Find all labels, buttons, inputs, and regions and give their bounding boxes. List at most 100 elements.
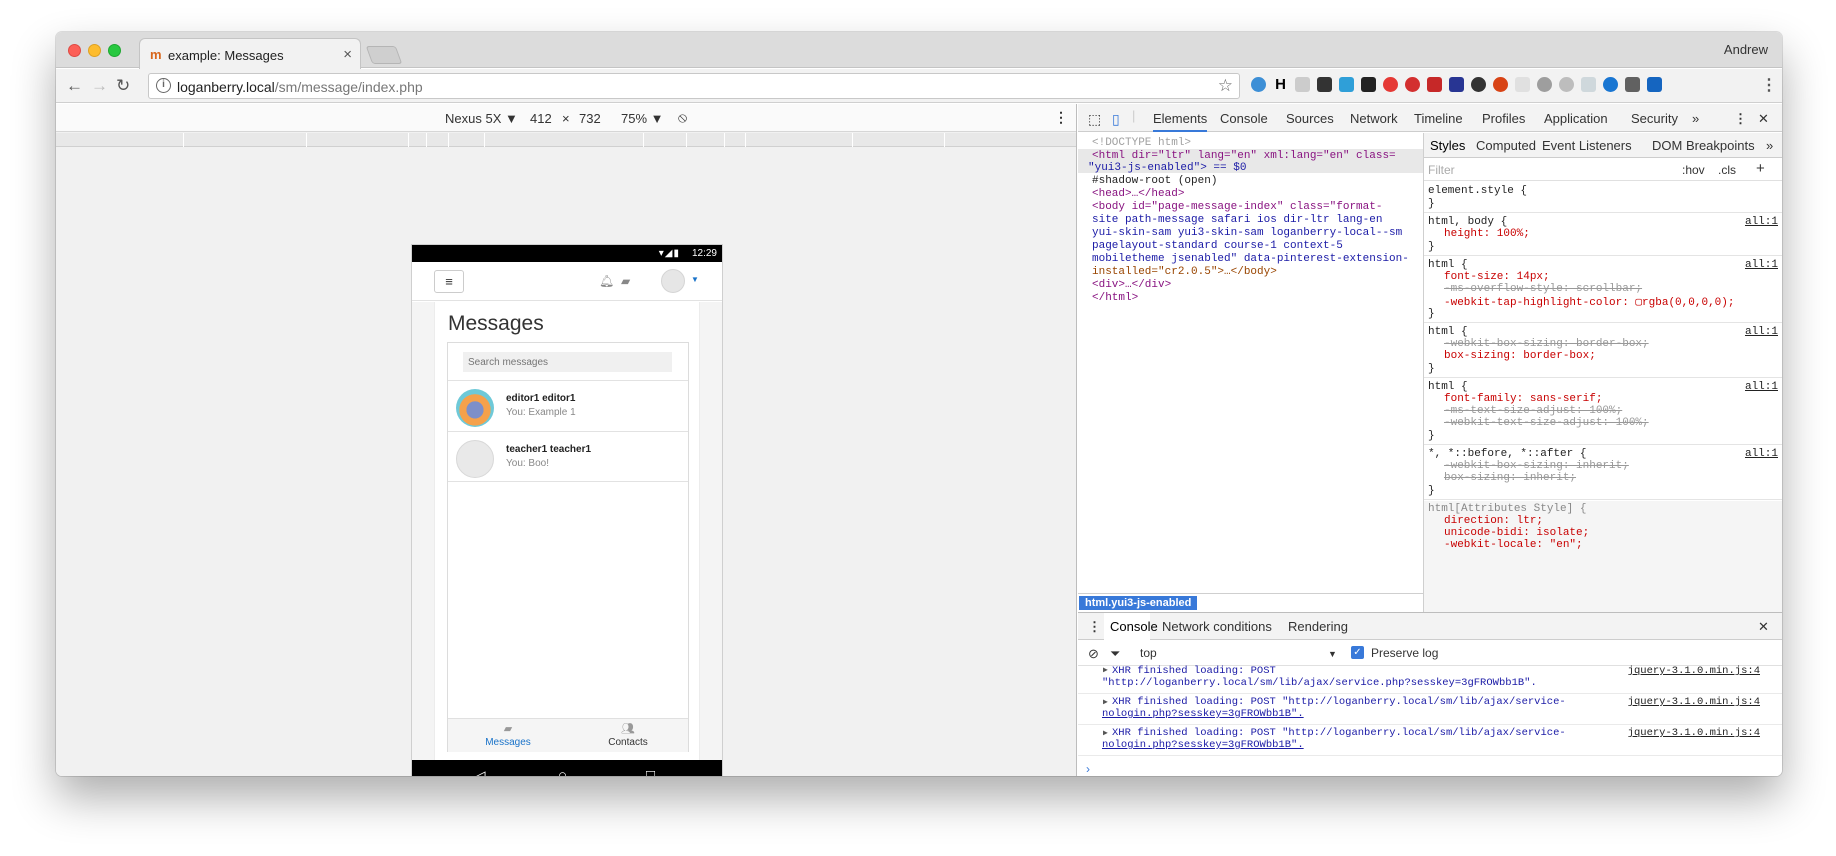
shadow-root-node[interactable]: #shadow-root (open) — [1092, 175, 1217, 187]
back-arrow-icon[interactable]: ← — [66, 76, 83, 96]
drawer-tab-network-conditions[interactable]: Network conditions — [1162, 619, 1272, 634]
rule-selector[interactable]: html { — [1428, 381, 1468, 393]
rule-property[interactable]: font-family: sans-serif; — [1444, 393, 1602, 405]
conversation-item[interactable]: editor1 editor1 You: Example 1 — [448, 380, 688, 431]
rule-property-overridden[interactable]: -webkit-text-size-adjust: 100%; — [1444, 417, 1649, 429]
rule-source-link[interactable]: all:1 — [1745, 381, 1778, 393]
reload-icon[interactable]: ↻ — [116, 76, 130, 96]
tab-network[interactable]: Network — [1350, 111, 1398, 126]
rule-property[interactable]: unicode-bidi: isolate; — [1444, 527, 1589, 539]
console-log-entry[interactable]: ▶ XHR finished loading: POST "http://log… — [1078, 726, 1782, 756]
tab-elements[interactable]: Elements — [1153, 111, 1208, 132]
extension-14-icon[interactable] — [1537, 77, 1552, 92]
head-node[interactable]: <head>…</head> — [1092, 188, 1184, 200]
user-menu-caret-icon[interactable]: ▼ — [691, 275, 699, 284]
bookmark-star-icon[interactable]: ☆ — [1218, 76, 1233, 96]
more-tabs-icon[interactable]: » — [1692, 111, 1699, 126]
extension-7-icon[interactable] — [1383, 77, 1398, 92]
android-home-icon[interactable]: ○ — [558, 767, 567, 776]
hamburger-menu-icon[interactable]: ≡ — [434, 270, 464, 293]
close-window-button[interactable] — [68, 44, 81, 57]
rule-property-overridden[interactable]: -ms-text-size-adjust: 100%; — [1444, 405, 1622, 417]
console-log-entry[interactable]: ▶ XHR finished loading: POST "http://log… — [1078, 665, 1782, 694]
console-log-entry[interactable]: ▶ XHR finished loading: POST "http://log… — [1078, 695, 1782, 725]
clear-console-icon[interactable]: ⊘ — [1088, 646, 1099, 662]
log-source-link[interactable]: jquery-3.1.0.min.js:4 — [1628, 696, 1760, 708]
expand-log-icon[interactable]: ▶ — [1103, 728, 1108, 738]
tab-event-listeners[interactable]: Event Listeners — [1542, 138, 1632, 153]
context-selector[interactable]: top — [1140, 646, 1157, 660]
browser-menu-icon[interactable]: ⋮ — [1761, 75, 1777, 95]
devtools-menu-icon[interactable]: ⋮ — [1734, 111, 1747, 127]
tab-timeline[interactable]: Timeline — [1414, 111, 1463, 126]
log-url[interactable]: nologin.php?sesskey=3gFROWbb1B". — [1102, 708, 1304, 720]
rule-property-overridden[interactable]: -webkit-box-sizing: border-box; — [1444, 338, 1649, 350]
breadcrumb-html[interactable]: html.yui3-js-enabled — [1079, 596, 1198, 610]
body-node[interactable]: <body id="page-message-index" class="for… — [1092, 201, 1382, 213]
extension-h-icon[interactable]: H — [1273, 77, 1288, 92]
rule-property[interactable]: direction: ltr; — [1444, 515, 1543, 527]
extension-18-icon[interactable] — [1625, 77, 1640, 92]
width-input[interactable]: 412 — [530, 111, 552, 126]
tab-profiles[interactable]: Profiles — [1482, 111, 1525, 126]
conversation-item[interactable]: teacher1 teacher1 You: Boo! — [448, 431, 688, 482]
rule-property[interactable]: -webkit-locale: "en"; — [1444, 539, 1583, 551]
drawer-tab-rendering[interactable]: Rendering — [1288, 619, 1348, 634]
log-url[interactable]: "http://loganberry.local/sm/lib/ajax/ser… — [1102, 677, 1537, 689]
extension-5-icon[interactable] — [1339, 77, 1354, 92]
add-rule-icon[interactable]: + — [1756, 160, 1765, 177]
tab-messages[interactable]: ▰ Messages — [448, 719, 568, 753]
notification-bell-icon[interactable]: 🔔︎ — [599, 274, 614, 288]
address-bar[interactable]: i loganberry.local/sm/message/index.php … — [148, 73, 1240, 99]
new-tab-button[interactable] — [365, 46, 403, 64]
info-icon[interactable]: i — [156, 78, 171, 93]
inspect-element-icon[interactable]: ⬚ — [1088, 111, 1101, 128]
extension-6-icon[interactable] — [1361, 77, 1376, 92]
user-avatar[interactable] — [661, 269, 685, 293]
log-source-link[interactable]: jquery-3.1.0.min.js:4 — [1628, 727, 1760, 739]
device-select[interactable]: Nexus 5X ▼ — [445, 111, 518, 126]
filter-icon[interactable]: ⏷ — [1110, 646, 1120, 662]
html-node[interactable]: <html dir="ltr" lang="en" xml:lang="en" … — [1092, 150, 1396, 162]
extension-15-icon[interactable] — [1559, 77, 1574, 92]
rule-selector[interactable]: element.style { — [1428, 185, 1527, 197]
rule-property-overridden[interactable]: -webkit-box-sizing: inherit; — [1444, 460, 1629, 472]
github-icon[interactable] — [1471, 77, 1486, 92]
tab-dom-breakpoints[interactable]: DOM Breakpoints — [1652, 138, 1755, 153]
styles-more-icon[interactable]: » — [1766, 138, 1773, 153]
maximize-window-button[interactable] — [108, 44, 121, 57]
rule-selector[interactable]: html[Attributes Style] { — [1428, 503, 1586, 515]
close-drawer-icon[interactable]: ✕ — [1758, 619, 1769, 635]
extension-1-icon[interactable] — [1251, 77, 1266, 92]
android-recents-icon[interactable]: □ — [646, 767, 655, 776]
tab-computed[interactable]: Computed — [1476, 138, 1536, 153]
rule-property[interactable]: height: 100%; — [1444, 228, 1530, 240]
rule-property-overridden[interactable]: -ms-overflow-style: scrollbar; — [1444, 283, 1642, 295]
extension-13-icon[interactable] — [1515, 77, 1530, 92]
device-menu-icon[interactable]: ⋮ — [1054, 109, 1068, 126]
extension-9-icon[interactable] — [1427, 77, 1442, 92]
minimize-window-button[interactable] — [88, 44, 101, 57]
preserve-log-checkbox[interactable]: ✓ — [1351, 646, 1364, 659]
expand-log-icon[interactable]: ▶ — [1103, 697, 1108, 707]
extension-10-icon[interactable] — [1449, 77, 1464, 92]
browser-tab[interactable]: m example: Messages × — [139, 38, 361, 69]
console-prompt[interactable]: › — [1086, 762, 1090, 776]
rule-source-link[interactable]: all:1 — [1745, 448, 1778, 460]
tab-styles[interactable]: Styles — [1430, 138, 1465, 153]
rule-source-link[interactable]: all:1 — [1745, 326, 1778, 338]
tab-security[interactable]: Security — [1631, 111, 1678, 126]
rule-selector[interactable]: *, *::before, *::after { — [1428, 448, 1586, 460]
rule-property[interactable]: font-size: 14px; — [1444, 271, 1550, 283]
extension-4-icon[interactable] — [1317, 77, 1332, 92]
tab-contacts[interactable]: 👥︎ Contacts — [568, 719, 688, 753]
tab-sources[interactable]: Sources — [1286, 111, 1334, 126]
tab-console[interactable]: Console — [1220, 111, 1268, 126]
rule-property[interactable]: -webkit-tap-highlight-color: ▢rgba(0,0,0… — [1444, 295, 1734, 309]
message-bubble-icon[interactable]: ▰ — [621, 274, 630, 288]
div-node[interactable]: <div>…</div> — [1092, 279, 1171, 291]
extension-17-icon[interactable] — [1603, 77, 1618, 92]
profile-name[interactable]: Andrew — [1724, 42, 1768, 57]
log-source-link[interactable]: jquery-3.1.0.min.js:4 — [1628, 665, 1760, 677]
android-back-icon[interactable]: ◁ — [474, 767, 486, 776]
